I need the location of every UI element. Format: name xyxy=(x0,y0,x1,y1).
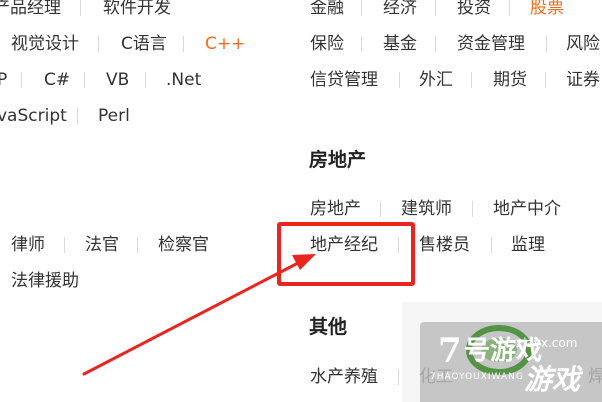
annotation-arrow-icon xyxy=(82,254,316,376)
